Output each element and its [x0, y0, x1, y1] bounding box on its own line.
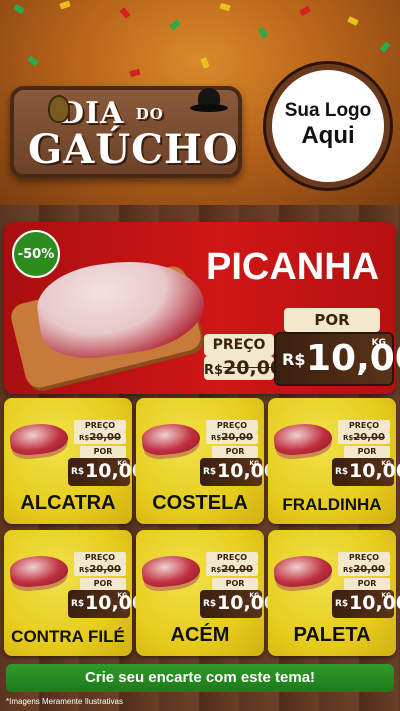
featured-product: -50% PICANHA POR PREÇO R$20,00 R$ 10,00 …	[4, 222, 400, 394]
new-price: R$10,00KG	[332, 590, 400, 618]
logo-line-1: Sua Logo	[284, 100, 372, 121]
new-price: R$10,00KG	[68, 590, 145, 618]
product-name: PALETA	[293, 624, 371, 646]
confetti-decoration	[59, 0, 71, 10]
product-name: ACÉM	[170, 624, 230, 646]
logo-placeholder: Sua Logo Aqui	[266, 64, 390, 188]
confetti-decoration	[299, 5, 311, 17]
confetti-decoration	[257, 27, 269, 39]
confetti-decoration	[129, 68, 141, 78]
confetti-decoration	[200, 57, 210, 69]
discount-badge: -50%	[12, 230, 60, 278]
product-image	[140, 553, 202, 589]
new-price: R$10,00KG	[200, 458, 277, 486]
new-price: R$10,00KG	[200, 590, 277, 618]
unit-label: KG	[371, 338, 386, 348]
confetti-decoration	[379, 41, 391, 53]
old-price: R$20,00	[206, 564, 258, 576]
new-price: R$ 10,00 KG	[274, 332, 400, 386]
preco-label: PREÇO	[74, 420, 126, 432]
product-image	[8, 553, 70, 589]
gaucho-hat-icon	[190, 88, 228, 118]
confetti-decoration	[347, 16, 359, 26]
create-flyer-button[interactable]: Crie seu encarte com este tema!	[6, 664, 394, 692]
confetti-decoration	[169, 19, 181, 31]
logo-line-2: Aqui	[301, 122, 355, 149]
featured-product-name: PICANHA	[206, 246, 380, 288]
header-section: DIA DO GAÚCHO Sua Logo Aqui	[0, 0, 400, 205]
product-card: PREÇO R$20,00 POR R$ 10,00 KG ACÉM	[136, 530, 277, 656]
product-card: PREÇO R$20,00 POR R$ 10,00 KG CONTRA FILÉ	[4, 530, 145, 656]
confetti-decoration	[13, 3, 25, 15]
footnote: *Imagens Meramente Ilustrativas	[6, 697, 123, 706]
product-image	[8, 421, 70, 457]
por-label: POR	[80, 446, 126, 458]
preco-label: PREÇO	[204, 334, 274, 356]
product-name: FRALDINHA	[282, 495, 382, 514]
por-label: POR	[212, 578, 258, 590]
confetti-decoration	[219, 2, 231, 12]
product-name: CONTRA FILÉ	[11, 627, 125, 646]
old-price: R$20,00	[74, 564, 126, 576]
product-image	[272, 553, 334, 589]
product-card: PREÇO R$20,00 POR R$ 10,00 KG COSTELA	[136, 398, 277, 524]
preco-label: PREÇO	[338, 420, 390, 432]
preco-label: PREÇO	[206, 552, 258, 564]
product-image	[140, 421, 202, 457]
old-price: R$20,00	[74, 432, 126, 444]
title-line-2: GAÚCHO	[28, 126, 239, 173]
new-price: R$10,00KG	[332, 458, 400, 486]
preco-label: PREÇO	[206, 420, 258, 432]
preco-label: PREÇO	[338, 552, 390, 564]
product-card: PREÇO R$20,00 POR R$10,00KG FRALDINHA	[268, 398, 400, 524]
por-label: POR	[80, 578, 126, 590]
product-name: COSTELA	[152, 492, 248, 514]
gourd-icon	[48, 95, 70, 123]
currency-symbol: R$	[282, 350, 306, 369]
old-price: R$20,00	[338, 564, 390, 576]
por-label: POR	[344, 578, 390, 590]
por-label: POR	[284, 308, 380, 332]
old-price: R$20,00	[206, 432, 258, 444]
promo-poster: DIA DO GAÚCHO Sua Logo Aqui -50% PICANHA…	[0, 0, 400, 711]
product-name: ALCATRA	[20, 492, 116, 514]
preco-label: PREÇO	[74, 552, 126, 564]
product-card: PREÇO R$20,00 POR R$10,00KG PALETA	[268, 530, 400, 656]
confetti-decoration	[27, 55, 39, 67]
old-price: R$20,00	[338, 432, 390, 444]
por-label: POR	[344, 446, 390, 458]
confetti-decoration	[119, 7, 131, 19]
por-label: POR	[212, 446, 258, 458]
old-price: R$20,00	[204, 356, 284, 380]
product-card: PREÇO R$20,00 POR R$ 10,00 KG ALCATRA	[4, 398, 145, 524]
product-image	[272, 421, 334, 457]
new-price: R$10,00KG	[68, 458, 145, 486]
